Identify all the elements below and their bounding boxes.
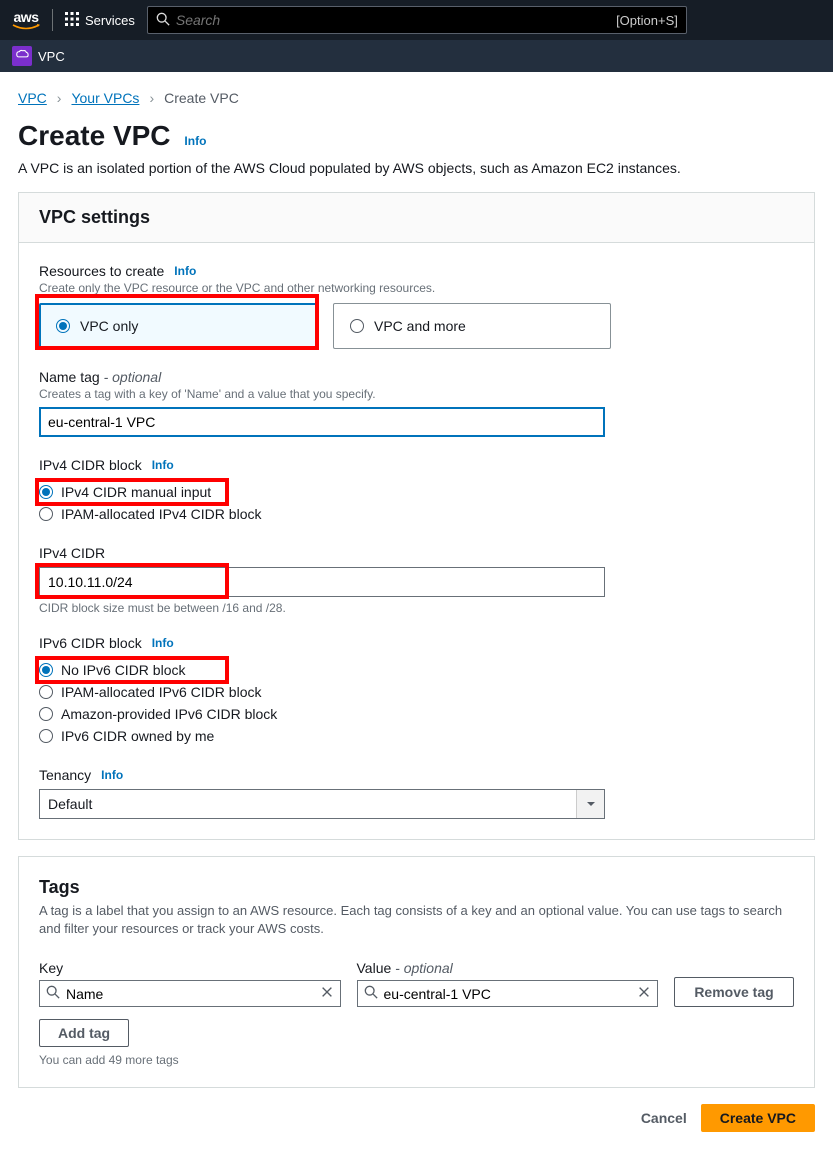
tag-value-label: Value (357, 960, 392, 976)
ipv4-block-label: IPv4 CIDR block (39, 457, 142, 473)
name-tag-input[interactable] (39, 407, 605, 437)
search-bar[interactable]: [Option+S] (147, 6, 687, 34)
radio-ipv6-ipam[interactable]: IPAM-allocated IPv6 CIDR block (39, 681, 794, 703)
tag-value-optional: - optional (395, 960, 453, 976)
radio-icon (39, 485, 53, 499)
ipv4-block-info-link[interactable]: Info (152, 458, 174, 472)
radio-icon (350, 319, 364, 333)
radio-ipv4-ipam[interactable]: IPAM-allocated IPv4 CIDR block (39, 503, 794, 525)
radio-ipv6-owned[interactable]: IPv6 CIDR owned by me (39, 725, 794, 747)
radio-icon (56, 319, 70, 333)
tags-description: A tag is a label that you assign to an A… (39, 902, 794, 938)
search-icon (156, 12, 170, 29)
radio-ipv6-ipam-label: IPAM-allocated IPv6 CIDR block (61, 684, 261, 700)
add-tag-button[interactable]: Add tag (39, 1019, 129, 1047)
services-menu[interactable]: Services (65, 12, 135, 29)
radio-icon (39, 707, 53, 721)
breadcrumb-vpc[interactable]: VPC (18, 90, 47, 106)
radio-icon (39, 507, 53, 521)
tenancy-select[interactable]: Default (39, 789, 605, 819)
tags-header: Tags (39, 877, 794, 898)
name-tag-label: Name tag (39, 369, 100, 385)
breadcrumb-current: Create VPC (164, 90, 239, 106)
grid-icon (65, 12, 79, 29)
vpc-settings-panel: VPC settings Resources to create Info Cr… (18, 192, 815, 840)
tile-vpc-and-more[interactable]: VPC and more (333, 303, 611, 349)
nav-divider (52, 9, 53, 31)
tags-panel: Tags A tag is a label that you assign to… (18, 856, 815, 1088)
radio-ipv4-manual-label: IPv4 CIDR manual input (61, 484, 211, 500)
cancel-button[interactable]: Cancel (641, 1110, 687, 1126)
top-nav: aws Services [Option+S] (0, 0, 833, 40)
sub-nav: VPC (0, 40, 833, 72)
page-info-link[interactable]: Info (184, 134, 206, 148)
radio-icon (39, 729, 53, 743)
page-description: A VPC is an isolated portion of the AWS … (18, 160, 815, 176)
page-title: Create VPC (18, 120, 171, 152)
radio-icon (39, 663, 53, 677)
clear-icon[interactable] (637, 985, 651, 1002)
radio-ipv6-owned-label: IPv6 CIDR owned by me (61, 728, 214, 744)
ipv4-cidr-input[interactable] (39, 567, 605, 597)
create-vpc-button[interactable]: Create VPC (701, 1104, 815, 1132)
tag-value-input[interactable] (384, 986, 632, 1002)
resources-info-link[interactable]: Info (174, 264, 196, 278)
vpc-settings-header: VPC settings (19, 193, 814, 243)
name-tag-help: Creates a tag with a key of 'Name' and a… (39, 387, 794, 401)
tile-vpc-only[interactable]: VPC only (39, 303, 317, 349)
tag-key-input-wrap[interactable] (39, 980, 341, 1007)
tenancy-label: Tenancy (39, 767, 91, 783)
more-tags-text: You can add 49 more tags (39, 1053, 794, 1067)
radio-ipv6-none-label: No IPv6 CIDR block (61, 662, 185, 678)
tag-key-label: Key (39, 960, 341, 976)
ipv4-cidr-label: IPv4 CIDR (39, 545, 105, 561)
search-icon (364, 985, 378, 1002)
resources-label: Resources to create (39, 263, 164, 279)
resources-help: Create only the VPC resource or the VPC … (39, 281, 794, 295)
chevron-right-icon: › (149, 90, 154, 106)
radio-ipv6-amazon[interactable]: Amazon-provided IPv6 CIDR block (39, 703, 794, 725)
breadcrumb: VPC › Your VPCs › Create VPC (18, 90, 815, 106)
breadcrumb-your-vpcs[interactable]: Your VPCs (71, 90, 139, 106)
vpc-service-label[interactable]: VPC (38, 49, 65, 64)
tag-key-input[interactable] (66, 986, 314, 1002)
radio-ipv6-none[interactable]: No IPv6 CIDR block (39, 659, 794, 681)
tenancy-info-link[interactable]: Info (101, 768, 123, 782)
tag-value-input-wrap[interactable] (357, 980, 659, 1007)
tile-vpc-only-label: VPC only (80, 318, 138, 334)
chevron-right-icon: › (57, 90, 62, 106)
footer-actions: Cancel Create VPC (18, 1088, 815, 1136)
radio-ipv4-ipam-label: IPAM-allocated IPv4 CIDR block (61, 506, 261, 522)
search-input[interactable] (176, 12, 610, 28)
clear-icon[interactable] (320, 985, 334, 1002)
radio-icon (39, 685, 53, 699)
remove-tag-button[interactable]: Remove tag (674, 977, 794, 1007)
radio-ipv4-manual[interactable]: IPv4 CIDR manual input (39, 481, 794, 503)
ipv4-cidr-help: CIDR block size must be between /16 and … (39, 601, 794, 615)
services-label: Services (85, 13, 135, 28)
search-shortcut: [Option+S] (616, 13, 678, 28)
search-icon (46, 985, 60, 1002)
vpc-service-icon (12, 46, 32, 66)
ipv6-block-label: IPv6 CIDR block (39, 635, 142, 651)
ipv6-block-info-link[interactable]: Info (152, 636, 174, 650)
name-tag-optional: - optional (104, 369, 162, 385)
tile-vpc-more-label: VPC and more (374, 318, 466, 334)
radio-ipv6-amazon-label: Amazon-provided IPv6 CIDR block (61, 706, 277, 722)
aws-logo[interactable]: aws (12, 10, 40, 30)
